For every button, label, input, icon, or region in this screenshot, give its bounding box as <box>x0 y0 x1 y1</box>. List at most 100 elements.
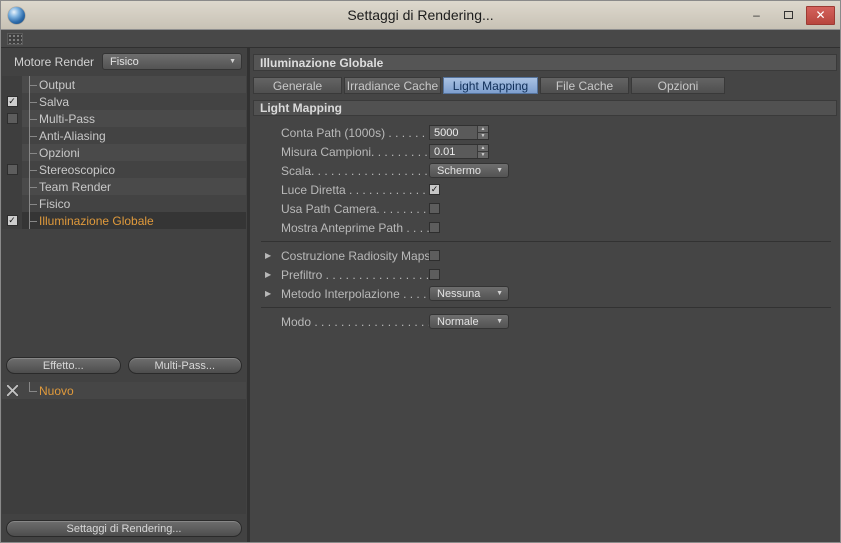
spinner-down-icon[interactable]: ▼ <box>478 151 488 158</box>
fields-area: Conta Path (1000s) . . . . . . . . . . 5… <box>253 123 837 331</box>
costruzione-radiosity-checkbox[interactable] <box>429 250 440 261</box>
spinner-arrows[interactable]: ▲ ▼ <box>477 126 488 139</box>
mostra-anteprime-checkbox[interactable] <box>429 222 440 233</box>
titlebar[interactable]: Settaggi di Rendering... – ✕ <box>1 1 840 30</box>
scala-dropdown[interactable]: Schermo ▼ <box>429 163 509 178</box>
prefiltro-checkbox[interactable] <box>429 269 440 280</box>
misura-campioni-input[interactable]: 0.01 ▲ ▼ <box>429 144 489 159</box>
expand-arrow-icon[interactable]: ▶ <box>265 289 271 298</box>
field-label: Scala. . . . . . . . . . . . . . . . . .… <box>281 163 429 178</box>
conta-path-input[interactable]: 5000 ▲ ▼ <box>429 125 489 140</box>
maximize-icon <box>784 11 793 19</box>
pass-checkbox[interactable]: ✓ <box>6 215 18 226</box>
modo-value: Normale <box>437 315 479 328</box>
effect-button[interactable]: Effetto... <box>6 357 121 374</box>
render-engine-dropdown[interactable]: Fisico ▼ <box>102 53 242 70</box>
field-misura-campioni: Misura Campioni. . . . . . . . . . . . 0… <box>253 142 837 161</box>
metodo-interpolazione-dropdown[interactable]: Nessuna ▼ <box>429 286 509 301</box>
tab-light-mapping[interactable]: Light Mapping <box>443 77 538 94</box>
render-settings-window: Settaggi di Rendering... – ✕ Motore Rend… <box>0 0 841 543</box>
tabs-bar: Generale Irradiance Cache Light Mapping … <box>253 77 837 94</box>
tree-item-output[interactable]: Output <box>2 76 246 93</box>
minimize-button[interactable]: – <box>742 6 771 25</box>
field-label: Prefiltro . . . . . . . . . . . . . . . … <box>281 267 429 282</box>
chevron-down-icon: ▼ <box>496 318 503 325</box>
separator <box>261 307 831 308</box>
field-usa-path-camera: Usa Path Camera. . . . . . . . . . . . <box>253 199 837 218</box>
field-mostra-anteprime-path: Mostra Anteprime Path . . . . . . <box>253 218 837 237</box>
multi-pass-button[interactable]: Multi-Pass... <box>127 357 242 374</box>
field-modo: Modo . . . . . . . . . . . . . . . . . .… <box>253 312 837 331</box>
tab-opzioni[interactable]: Opzioni <box>631 77 725 94</box>
preset-icon <box>6 385 18 396</box>
tree-item-stereoscopico[interactable]: Stereoscopico <box>2 161 246 178</box>
toolbar-strip <box>1 30 840 48</box>
luce-diretta-checkbox[interactable]: ✓ <box>429 184 440 195</box>
tree-item-label: Illuminazione Globale <box>39 213 154 228</box>
tree-item-multi-pass[interactable]: Multi-Pass <box>2 110 246 127</box>
tree-item-illuminazione-globale[interactable]: ✓ Illuminazione Globale <box>2 212 246 229</box>
tree-item-label: Multi-Pass <box>39 111 96 126</box>
check-icon: ✓ <box>8 215 16 225</box>
check-icon: ✓ <box>430 184 439 194</box>
modo-dropdown[interactable]: Normale ▼ <box>429 314 509 329</box>
scala-value: Schermo <box>437 164 482 177</box>
expand-arrow-icon[interactable]: ▶ <box>265 270 271 279</box>
tree-item-opzioni[interactable]: Opzioni <box>2 144 246 161</box>
spinner-arrows[interactable]: ▲ ▼ <box>477 145 488 158</box>
window-title: Settaggi di Rendering... <box>347 7 494 23</box>
expand-arrow-icon[interactable]: ▶ <box>265 251 271 260</box>
settings-tree: Output ✓ Salva Multi-Pass Anti-Aliasing … <box>2 76 246 229</box>
separator <box>261 241 831 242</box>
chevron-down-icon: ▼ <box>496 167 503 174</box>
field-metodo-interpolazione: ▶ Metodo Interpolazione . . . . . . Ness… <box>253 284 837 303</box>
field-conta-path: Conta Path (1000s) . . . . . . . . . . 5… <box>253 123 837 142</box>
pass-checkbox[interactable] <box>6 164 18 175</box>
field-label: Conta Path (1000s) . . . . . . . . . . <box>281 125 429 140</box>
maximize-button[interactable] <box>774 6 803 25</box>
tree-item-label: Team Render <box>39 179 112 194</box>
tree-item-team-render[interactable]: Team Render <box>2 178 246 195</box>
misura-campioni-value[interactable]: 0.01 <box>430 145 477 158</box>
panel-title: Illuminazione Globale <box>253 54 837 71</box>
field-label: Luce Diretta . . . . . . . . . . . . . .… <box>281 182 429 197</box>
chevron-down-icon: ▼ <box>496 290 503 297</box>
render-settings-bottom-button[interactable]: Settaggi di Rendering... <box>6 520 242 537</box>
chevron-down-icon: ▼ <box>229 58 236 65</box>
drag-grip-icon[interactable] <box>7 32 23 45</box>
tree-item-label: Opzioni <box>39 145 80 160</box>
tree-item-label: Salva <box>39 94 70 109</box>
preset-item-nuovo[interactable]: Nuovo <box>2 382 246 399</box>
left-panel: Motore Render Fisico ▼ Output ✓ Salva Mu <box>1 48 250 542</box>
field-label: Metodo Interpolazione . . . . . . <box>281 286 429 301</box>
right-panel: Illuminazione Globale Generale Irradianc… <box>250 48 840 542</box>
field-prefiltro: ▶ Prefiltro . . . . . . . . . . . . . . … <box>253 265 837 284</box>
field-costruzione-radiosity: ▶ Costruzione Radiosity Maps <box>253 246 837 265</box>
spinner-down-icon[interactable]: ▼ <box>478 132 488 139</box>
metodo-interpolazione-value: Nessuna <box>437 287 481 300</box>
section-title: Light Mapping <box>253 100 837 116</box>
tab-file-cache[interactable]: File Cache <box>540 77 629 94</box>
render-engine-row: Motore Render Fisico ▼ <box>1 48 247 75</box>
usa-path-camera-checkbox[interactable] <box>429 203 440 214</box>
render-engine-value: Fisico <box>110 55 139 68</box>
field-label: Mostra Anteprime Path . . . . . . <box>281 220 429 235</box>
conta-path-value[interactable]: 5000 <box>430 126 477 139</box>
presets-list: Nuovo <box>2 382 246 514</box>
tab-generale[interactable]: Generale <box>253 77 342 94</box>
tab-irradiance-cache[interactable]: Irradiance Cache <box>344 77 441 94</box>
tree-item-label: Anti-Aliasing <box>39 128 106 143</box>
pass-checkbox[interactable]: ✓ <box>6 96 18 107</box>
tree-item-label: Stereoscopico <box>39 162 116 177</box>
content-area: Motore Render Fisico ▼ Output ✓ Salva Mu <box>1 48 840 542</box>
pass-checkbox[interactable] <box>6 113 18 124</box>
tree-item-anti-aliasing[interactable]: Anti-Aliasing <box>2 127 246 144</box>
tree-item-label: Fisico <box>39 196 71 211</box>
field-label: Usa Path Camera. . . . . . . . . . . . <box>281 201 429 216</box>
tree-item-fisico[interactable]: Fisico <box>2 195 246 212</box>
field-label: Costruzione Radiosity Maps <box>281 248 429 263</box>
minimize-icon: – <box>753 8 760 22</box>
close-button[interactable]: ✕ <box>806 5 835 25</box>
field-label: Misura Campioni. . . . . . . . . . . . <box>281 144 429 159</box>
tree-item-salva[interactable]: ✓ Salva <box>2 93 246 110</box>
